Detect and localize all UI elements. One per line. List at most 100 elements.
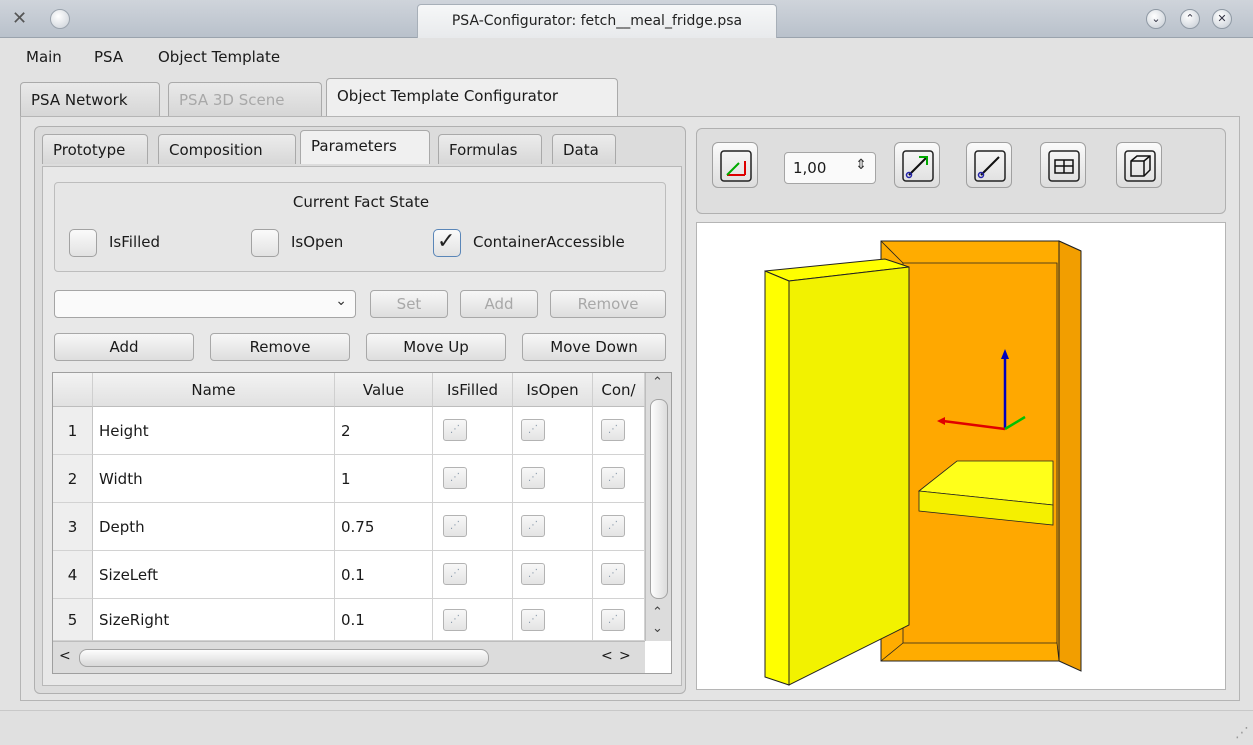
- scroll-down-icon[interactable]: ⌄: [652, 621, 663, 636]
- zoom-spinbox[interactable]: 1,00 ⇕: [784, 152, 876, 184]
- cell-checkbox[interactable]: ⋰: [443, 467, 467, 489]
- column-header-isfilled[interactable]: IsFilled: [433, 373, 513, 407]
- app-logo-icon[interactable]: ✕: [12, 8, 36, 30]
- tab-formulas[interactable]: Formulas: [438, 134, 542, 164]
- table-cell-containeraccessible: ⋰: [593, 407, 645, 455]
- scroll-up-icon[interactable]: ⌃: [652, 375, 663, 390]
- plane-grid-icon: [1048, 150, 1080, 182]
- tab-prototype[interactable]: Prototype: [42, 134, 148, 164]
- cell-checkbox[interactable]: ⋰: [521, 563, 545, 585]
- cell-checkbox[interactable]: ⋰: [443, 515, 467, 537]
- cell-checkbox[interactable]: ⋰: [443, 419, 467, 441]
- row-number[interactable]: 3: [53, 503, 93, 551]
- table-cell-isfilled: ⋰: [433, 455, 513, 503]
- parameters-table: Name Value IsFilled IsOpen Con/ 1 Height…: [52, 372, 672, 674]
- move-up-button[interactable]: Move Up: [366, 333, 506, 361]
- menu-psa[interactable]: PSA: [94, 48, 123, 66]
- title-bar: ✕ PSA-Configurator: fetch__meal_fridge.p…: [0, 0, 1253, 38]
- column-header-containeraccessible[interactable]: Con/: [593, 373, 645, 407]
- cell-checkbox[interactable]: ⋰: [601, 609, 625, 631]
- fact-combo[interactable]: ⌄: [54, 290, 356, 318]
- row-number[interactable]: 5: [53, 599, 93, 641]
- table-cell-containeraccessible: ⋰: [593, 503, 645, 551]
- remove-parameter-button[interactable]: Remove: [210, 333, 350, 361]
- menu-main[interactable]: Main: [26, 48, 62, 66]
- table-cell-value[interactable]: 0.75: [335, 503, 433, 551]
- tab-object-template-configurator[interactable]: Object Template Configurator: [326, 78, 618, 116]
- menu-object-template[interactable]: Object Template: [158, 48, 280, 66]
- vertical-scrollbar[interactable]: ⌃ ⌃ ⌄: [645, 373, 671, 641]
- tab-psa-network[interactable]: PSA Network: [20, 82, 160, 116]
- 3d-viewport[interactable]: [696, 222, 1226, 690]
- cell-checkbox[interactable]: ⋰: [443, 609, 467, 631]
- add-parameter-button[interactable]: Add: [54, 333, 194, 361]
- translate-tool-button[interactable]: [894, 142, 940, 188]
- tab-parameters[interactable]: Parameters: [300, 130, 430, 164]
- status-bar: ⋰: [0, 710, 1253, 745]
- minimize-button[interactable]: ⌄: [1146, 9, 1166, 29]
- containeraccessible-checkbox[interactable]: ✓: [433, 229, 461, 257]
- horizontal-scroll-thumb[interactable]: [79, 649, 489, 667]
- plane-view-button[interactable]: [1040, 142, 1086, 188]
- fridge-right-side: [1058, 240, 1082, 672]
- column-header-isopen[interactable]: IsOpen: [513, 373, 593, 407]
- row-number[interactable]: 2: [53, 455, 93, 503]
- scroll-left-icon[interactable]: <: [601, 648, 613, 664]
- isfilled-checkbox[interactable]: [69, 229, 97, 257]
- move-down-button[interactable]: Move Down: [522, 333, 666, 361]
- axes-icon: [720, 150, 752, 182]
- horizontal-scrollbar[interactable]: < < >: [53, 641, 645, 673]
- coordinate-axes-button[interactable]: [712, 142, 758, 188]
- cell-checkbox[interactable]: ⋰: [601, 563, 625, 585]
- table-cell-name[interactable]: Width: [93, 455, 335, 503]
- chevron-down-icon: ⌄: [335, 293, 347, 309]
- menu-bar: Main PSA Object Template: [0, 40, 1253, 74]
- table-cell-isfilled: ⋰: [433, 503, 513, 551]
- scroll-left-icon[interactable]: <: [59, 648, 71, 664]
- tab-data[interactable]: Data: [552, 134, 616, 164]
- tab-psa-3d-scene: PSA 3D Scene: [168, 82, 322, 116]
- isopen-checkbox[interactable]: [251, 229, 279, 257]
- door-edge: [764, 270, 790, 686]
- table-cell-name[interactable]: SizeRight: [93, 599, 335, 641]
- cell-checkbox[interactable]: ⋰: [521, 515, 545, 537]
- column-header-value[interactable]: Value: [335, 373, 433, 407]
- resize-grip-icon[interactable]: ⋰: [1235, 725, 1249, 741]
- table-corner: [53, 373, 93, 407]
- up-down-arrows-icon[interactable]: ⇕: [855, 157, 867, 173]
- table-cell-name[interactable]: Depth: [93, 503, 335, 551]
- window-menu-icon[interactable]: [50, 9, 70, 29]
- column-header-name[interactable]: Name: [93, 373, 335, 407]
- table-cell-name[interactable]: Height: [93, 407, 335, 455]
- table-cell-containeraccessible: ⋰: [593, 455, 645, 503]
- table-cell-value[interactable]: 0.1: [335, 599, 433, 641]
- cell-checkbox[interactable]: ⋰: [443, 563, 467, 585]
- vertical-scroll-thumb[interactable]: [650, 399, 668, 599]
- table-cell-isopen: ⋰: [513, 599, 593, 641]
- cell-checkbox[interactable]: ⋰: [521, 609, 545, 631]
- table-cell-containeraccessible: ⋰: [593, 599, 645, 641]
- scroll-right-icon[interactable]: >: [619, 648, 631, 664]
- row-number[interactable]: 1: [53, 407, 93, 455]
- cube-view-button[interactable]: [1116, 142, 1162, 188]
- line-icon: [974, 150, 1006, 182]
- maximize-button[interactable]: ⌃: [1180, 9, 1200, 29]
- cell-checkbox[interactable]: ⋰: [521, 467, 545, 489]
- zoom-value: 1,00: [793, 159, 827, 177]
- line-tool-button[interactable]: [966, 142, 1012, 188]
- close-button[interactable]: ✕: [1212, 9, 1232, 29]
- set-button: Set: [370, 290, 448, 318]
- app-window: ✕ PSA-Configurator: fetch__meal_fridge.p…: [0, 0, 1253, 745]
- row-number[interactable]: 4: [53, 551, 93, 599]
- cell-checkbox[interactable]: ⋰: [601, 515, 625, 537]
- cell-checkbox[interactable]: ⋰: [521, 419, 545, 441]
- table-cell-name[interactable]: SizeLeft: [93, 551, 335, 599]
- cell-checkbox[interactable]: ⋰: [601, 467, 625, 489]
- table-cell-value[interactable]: 0.1: [335, 551, 433, 599]
- table-cell-value[interactable]: 1: [335, 455, 433, 503]
- scroll-up-icon[interactable]: ⌃: [652, 605, 663, 620]
- tab-composition[interactable]: Composition: [158, 134, 296, 164]
- cell-checkbox[interactable]: ⋰: [601, 419, 625, 441]
- table-cell-isfilled: ⋰: [433, 551, 513, 599]
- table-cell-value[interactable]: 2: [335, 407, 433, 455]
